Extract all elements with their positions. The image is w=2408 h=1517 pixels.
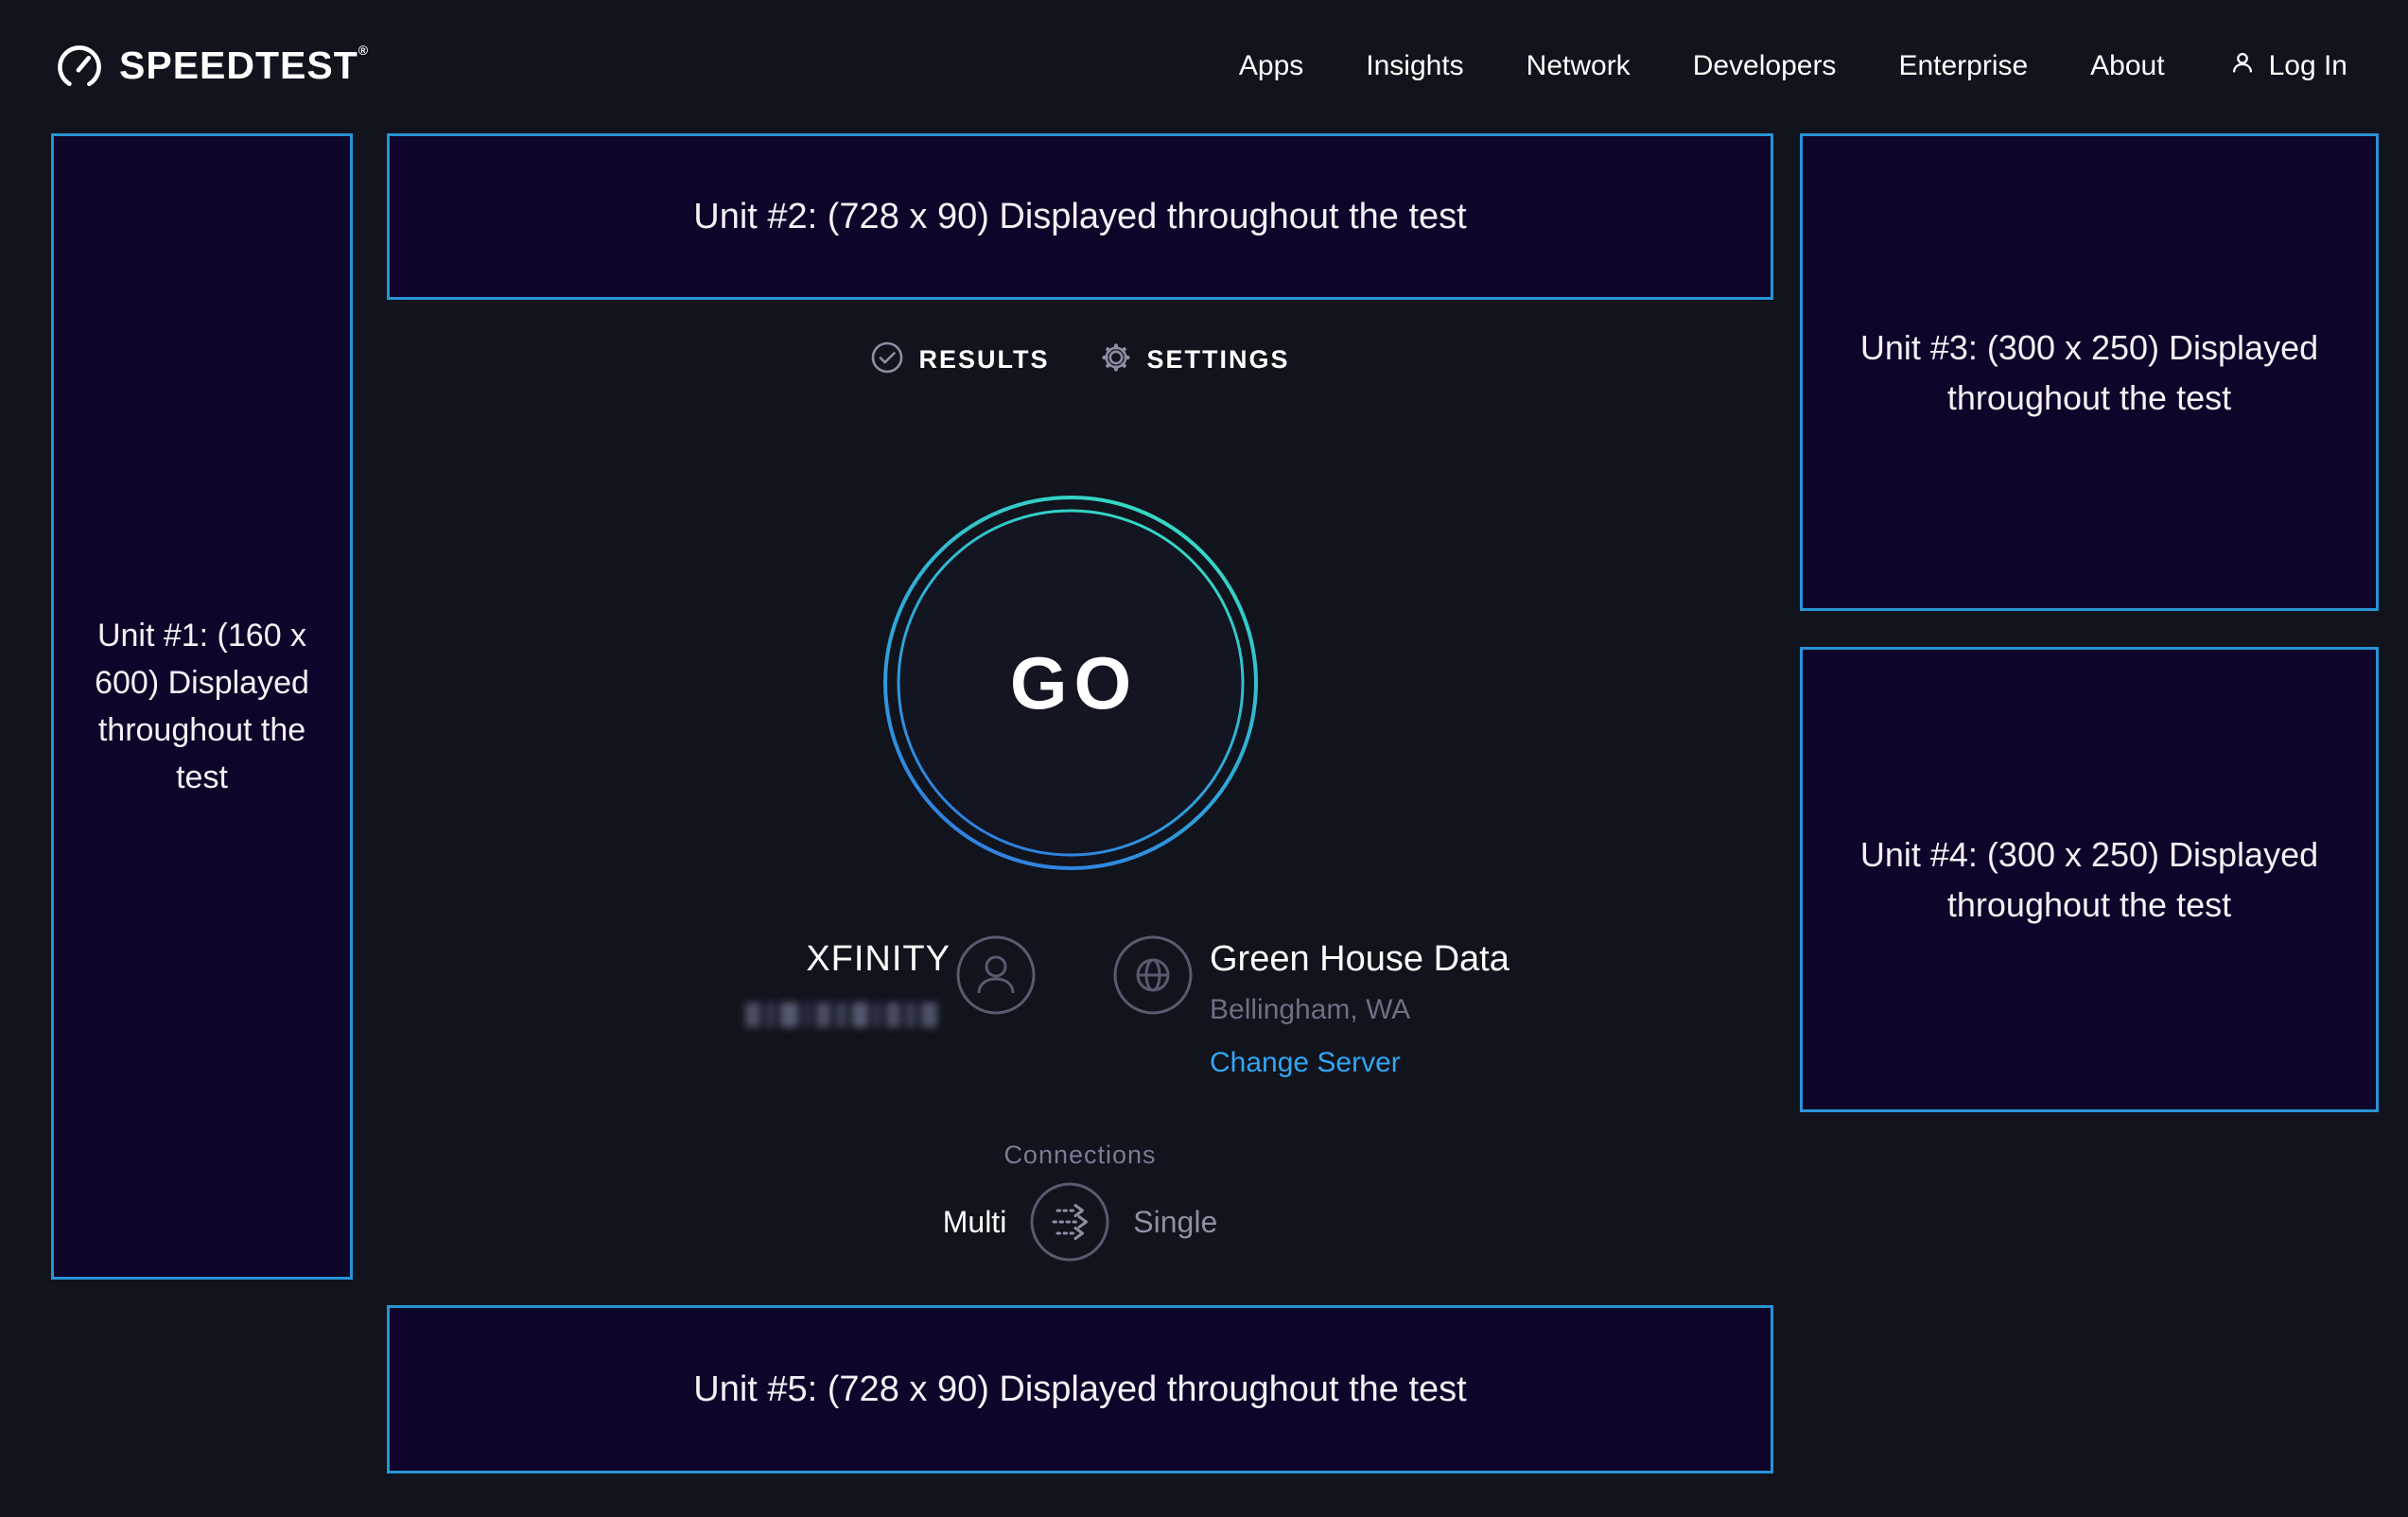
logo-text: SPEEDTEST® xyxy=(119,41,369,90)
connections-toggle: Multi Single xyxy=(872,1181,1288,1263)
login-label: Log In xyxy=(2269,50,2347,82)
tab-results[interactable]: RESULTS xyxy=(870,340,1049,379)
ad-unit-5: Unit #5: (728 x 90) Displayed throughout… xyxy=(387,1305,1773,1473)
gear-icon xyxy=(1099,340,1133,379)
speedtest-logo[interactable]: SPEEDTEST® xyxy=(55,41,369,92)
check-circle-icon xyxy=(870,340,904,379)
go-button-label: GO xyxy=(872,484,1269,881)
ad-unit-2: Unit #2: (728 x 90) Displayed throughout… xyxy=(387,133,1773,300)
nav-item-network[interactable]: Network xyxy=(1527,50,1631,82)
tab-settings[interactable]: SETTINGS xyxy=(1099,340,1290,379)
connections-option-single[interactable]: Single xyxy=(1133,1205,1217,1240)
logo-trademark: ® xyxy=(358,43,369,58)
tab-settings-label: SETTINGS xyxy=(1147,345,1290,375)
speedtest-page: SPEEDTEST® Apps Insights Network Develop… xyxy=(0,0,2408,1517)
nav-item-developers[interactable]: Developers xyxy=(1693,50,1837,82)
ad-unit-4: Unit #4: (300 x 250) Displayed throughou… xyxy=(1800,647,2379,1112)
nav-item-enterprise[interactable]: Enterprise xyxy=(1898,50,2028,82)
ad-unit-1-label: Unit #1: (160 x 600) Displayed throughou… xyxy=(79,612,325,801)
header: SPEEDTEST® Apps Insights Network Develop… xyxy=(0,0,2408,131)
server-globe-icon xyxy=(1113,935,1193,1020)
results-settings-tabs: RESULTS xyxy=(872,340,1288,379)
multi-connections-icon[interactable] xyxy=(1029,1181,1110,1263)
ad-unit-3: Unit #3: (300 x 250) Displayed throughou… xyxy=(1800,133,2379,611)
connections-heading: Connections xyxy=(872,1141,1288,1170)
user-icon xyxy=(2227,48,2258,83)
speedometer-icon xyxy=(55,41,104,92)
login-button[interactable]: Log In xyxy=(2227,48,2347,83)
main-nav: Apps Insights Network Developers Enterpr… xyxy=(1239,48,2347,83)
server-location: Bellingham, WA xyxy=(1210,995,1509,1025)
nav-item-insights[interactable]: Insights xyxy=(1366,50,1463,82)
ad-unit-5-label: Unit #5: (728 x 90) Displayed throughout… xyxy=(693,1369,1466,1410)
nav-item-about[interactable]: About xyxy=(2090,50,2164,82)
ip-address-redacted xyxy=(745,1001,950,1029)
nav-item-apps[interactable]: Apps xyxy=(1239,50,1303,82)
ad-unit-2-label: Unit #2: (728 x 90) Displayed throughout… xyxy=(693,197,1466,237)
go-button[interactable]: GO xyxy=(872,484,1269,881)
ad-unit-3-label: Unit #3: (300 x 250) Displayed throughou… xyxy=(1853,323,2326,423)
isp-user-icon xyxy=(956,935,1036,1020)
change-server-link[interactable]: Change Server xyxy=(1210,1048,1509,1078)
tab-results-label: RESULTS xyxy=(918,345,1049,375)
server-info: Green House Data Bellingham, WA Change S… xyxy=(1210,938,1509,1078)
ad-unit-1: Unit #1: (160 x 600) Displayed throughou… xyxy=(51,133,353,1280)
ad-unit-4-label: Unit #4: (300 x 250) Displayed throughou… xyxy=(1853,829,2326,930)
isp-name: XFINITY xyxy=(662,938,951,980)
server-name: Green House Data xyxy=(1210,938,1509,980)
connections-option-multi[interactable]: Multi xyxy=(943,1205,1007,1240)
